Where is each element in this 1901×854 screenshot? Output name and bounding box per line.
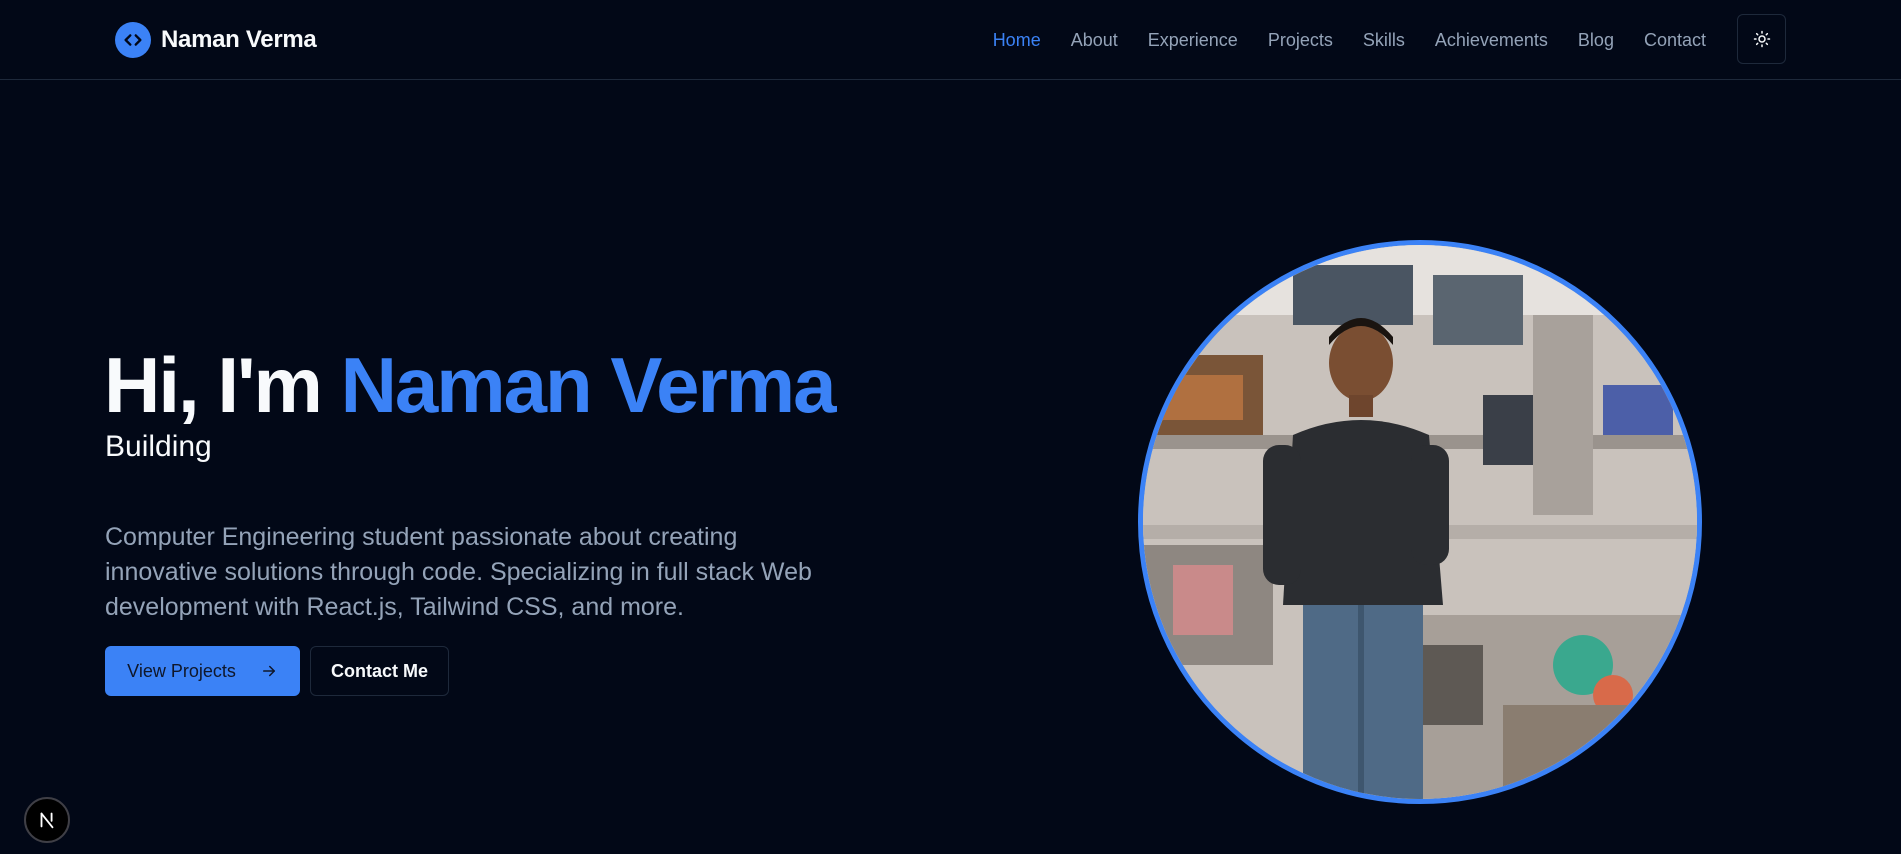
theme-toggle-button[interactable] [1737,14,1786,64]
nav-link-achievements[interactable]: Achievements [1435,30,1548,51]
hero-heading: Hi, I'm Naman Verma [104,340,837,430]
nav-link-blog[interactable]: Blog [1578,30,1614,51]
nav-link-projects[interactable]: Projects [1268,30,1333,51]
arrow-right-icon [262,665,275,677]
code-icon [115,22,151,58]
hero-name: Naman Verma [340,341,837,429]
brand-name: Naman Verma [161,26,317,53]
site-header: Naman Verma Home About Experience Projec… [0,0,1901,80]
nav-link-skills[interactable]: Skills [1363,30,1405,51]
nav-link-about[interactable]: About [1071,30,1118,51]
brand-logo-link[interactable]: Naman Verma [115,22,317,58]
nav-link-contact[interactable]: Contact [1644,30,1706,51]
hero-greeting: Hi, I'm [104,341,341,429]
main-nav: Home About Experience Projects Skills Ac… [993,0,1706,80]
nav-link-experience[interactable]: Experience [1148,30,1238,51]
view-projects-button[interactable]: View Projects [105,646,300,696]
hero-description: Computer Engineering student passionate … [105,523,812,621]
view-projects-label: View Projects [127,660,236,681]
hero-typing-subtitle: Building [105,430,212,463]
next-logo-icon[interactable] [24,797,70,843]
nav-link-home[interactable]: Home [993,30,1041,51]
sun-icon [1753,30,1770,48]
contact-me-button[interactable]: Contact Me [310,646,449,696]
profile-photo [1138,240,1702,804]
